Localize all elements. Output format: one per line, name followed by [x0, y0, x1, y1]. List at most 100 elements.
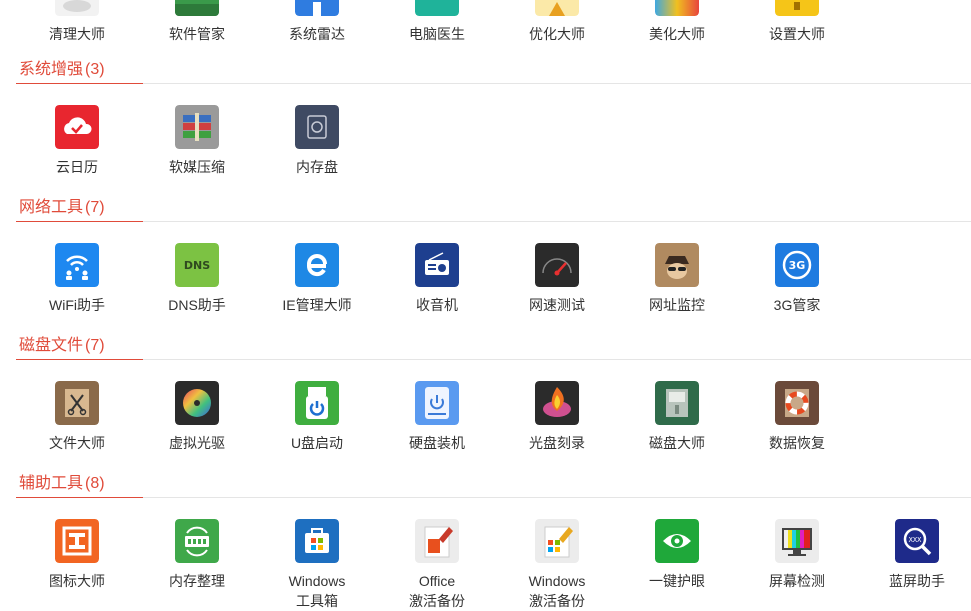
disk-master-icon: [655, 381, 699, 425]
tool-beautify[interactable]: 美化大师: [627, 0, 727, 44]
tool-wifi-helper[interactable]: WiFi助手: [27, 243, 127, 315]
section-title: 网络工具 (7): [19, 199, 105, 216]
tool-ruanmei-compress[interactable]: 软媒压缩: [147, 105, 247, 177]
section-header-system-enhance: 系统增强 (3): [16, 60, 971, 84]
svg-text:DNS: DNS: [184, 259, 210, 272]
bluescreen-icon: XXX: [895, 519, 939, 563]
tool-label: 图标大师: [49, 573, 105, 589]
hard-disk-icon: [415, 381, 459, 425]
svg-text:XXX: XXX: [909, 536, 922, 544]
tool-label: IE管理大师: [282, 297, 352, 313]
section-title: 系统增强 (3): [19, 61, 105, 78]
lifebuoy-icon: [775, 381, 819, 425]
tool-label: 软件管家: [169, 26, 225, 42]
tool-label: 磁盘大师: [649, 435, 705, 451]
section-header-disk-files: 磁盘文件 (7): [16, 336, 971, 360]
radio-icon: [415, 243, 459, 287]
tool-cleaner[interactable]: 清理大师: [27, 0, 127, 44]
tool-optimizer[interactable]: 优化大师: [507, 0, 607, 44]
tool-speed-test[interactable]: 网速测试: [507, 243, 607, 315]
section-divider: [143, 497, 971, 498]
tool-disc-burn[interactable]: 光盘刻录: [507, 381, 607, 453]
tool-memory-disk[interactable]: 内存盘: [267, 105, 367, 177]
tool-office-backup[interactable]: Office 激活备份: [387, 519, 487, 611]
cloud-calendar-icon: [55, 105, 99, 149]
tool-disk-master[interactable]: 磁盘大师: [627, 381, 727, 453]
doctor-icon: [415, 0, 459, 16]
tool-data-recovery[interactable]: 数据恢复: [747, 381, 847, 453]
screen-test-icon: [775, 519, 819, 563]
tool-eye-care[interactable]: 一键护眼: [627, 519, 727, 591]
tool-ie-manager[interactable]: IE管理大师: [267, 243, 367, 315]
tool-label: Office 激活备份: [409, 573, 465, 609]
tool-label: Windows 工具箱: [288, 573, 346, 609]
tool-label: 网址监控: [649, 297, 705, 313]
section-title: 磁盘文件 (7): [19, 337, 105, 354]
beautify-icon: [655, 0, 699, 16]
tool-label: 蓝屏助手: [889, 573, 945, 589]
settings-icon: [775, 0, 819, 16]
eye-care-icon: [655, 519, 699, 563]
tool-label: 系统雷达: [289, 26, 345, 42]
tool-system-radar[interactable]: 系统雷达: [267, 0, 367, 44]
ie-icon: [295, 243, 339, 287]
tool-pc-doctor[interactable]: 电脑医生: [387, 0, 487, 44]
tool-virtual-drive[interactable]: 虚拟光驱: [147, 381, 247, 453]
tool-icon-master[interactable]: 图标大师: [27, 519, 127, 591]
tool-label: 3G管家: [773, 297, 821, 313]
windows-backup-icon: [535, 519, 579, 563]
archive-books-icon: [175, 105, 219, 149]
tool-radio[interactable]: 收音机: [387, 243, 487, 315]
windows-toolbox-icon: [295, 519, 339, 563]
memory-disk-icon: [295, 105, 339, 149]
broom-icon: [55, 0, 99, 16]
section-underline: [16, 359, 143, 360]
radar-icon: [295, 0, 339, 16]
dns-icon: DNS: [175, 243, 219, 287]
tool-cloud-calendar[interactable]: 云日历: [27, 105, 127, 177]
tool-software-manager[interactable]: 软件管家: [147, 0, 247, 44]
tool-memory-clean[interactable]: 内存整理: [147, 519, 247, 591]
usb-boot-icon: [295, 381, 339, 425]
tool-dns-helper[interactable]: DNS DNS助手: [147, 243, 247, 315]
tool-label: 内存整理: [169, 573, 225, 589]
tool-label: 内存盘: [296, 159, 338, 175]
section-header-network-tools: 网络工具 (7): [16, 198, 971, 222]
3g-icon: 3G: [775, 243, 819, 287]
section-underline: [16, 83, 143, 84]
svg-text:3G: 3G: [789, 259, 806, 272]
tool-label: 屏幕检测: [769, 573, 825, 589]
tool-settings-master[interactable]: 设置大师: [747, 0, 847, 44]
tool-hd-install[interactable]: 硬盘装机: [387, 381, 487, 453]
section-title: 辅助工具 (8): [19, 475, 105, 492]
spy-icon: [655, 243, 699, 287]
tool-label: 收音机: [416, 297, 458, 313]
tool-label: 云日历: [56, 159, 98, 175]
tool-file-master[interactable]: 文件大师: [27, 381, 127, 453]
tool-label: 设置大师: [769, 26, 825, 42]
tool-label: 数据恢复: [769, 435, 825, 451]
tool-bluescreen-helper[interactable]: XXX 蓝屏助手: [867, 519, 967, 591]
tool-windows-toolbox[interactable]: Windows 工具箱: [267, 519, 367, 611]
section-divider: [143, 359, 971, 360]
office-backup-icon: [415, 519, 459, 563]
tool-label: WiFi助手: [49, 297, 105, 313]
tool-label: 电脑医生: [409, 26, 465, 42]
optimize-icon: [535, 0, 579, 16]
tool-label: 虚拟光驱: [169, 435, 225, 451]
tool-usb-boot[interactable]: U盘启动: [267, 381, 367, 453]
tool-windows-backup[interactable]: Windows 激活备份: [507, 519, 607, 611]
tool-label: 优化大师: [529, 26, 585, 42]
tool-label: 软媒压缩: [169, 159, 225, 175]
wifi-icon: [55, 243, 99, 287]
disc-burn-icon: [535, 381, 579, 425]
virtual-disc-icon: [175, 381, 219, 425]
tool-screen-test[interactable]: 屏幕检测: [747, 519, 847, 591]
tool-url-monitor[interactable]: 网址监控: [627, 243, 727, 315]
tool-label: 网速测试: [529, 297, 585, 313]
scissors-box-icon: [55, 381, 99, 425]
memory-clean-icon: [175, 519, 219, 563]
section-underline: [16, 497, 143, 498]
tool-3g-manager[interactable]: 3G 3G管家: [747, 243, 847, 315]
tool-label: DNS助手: [168, 297, 226, 313]
